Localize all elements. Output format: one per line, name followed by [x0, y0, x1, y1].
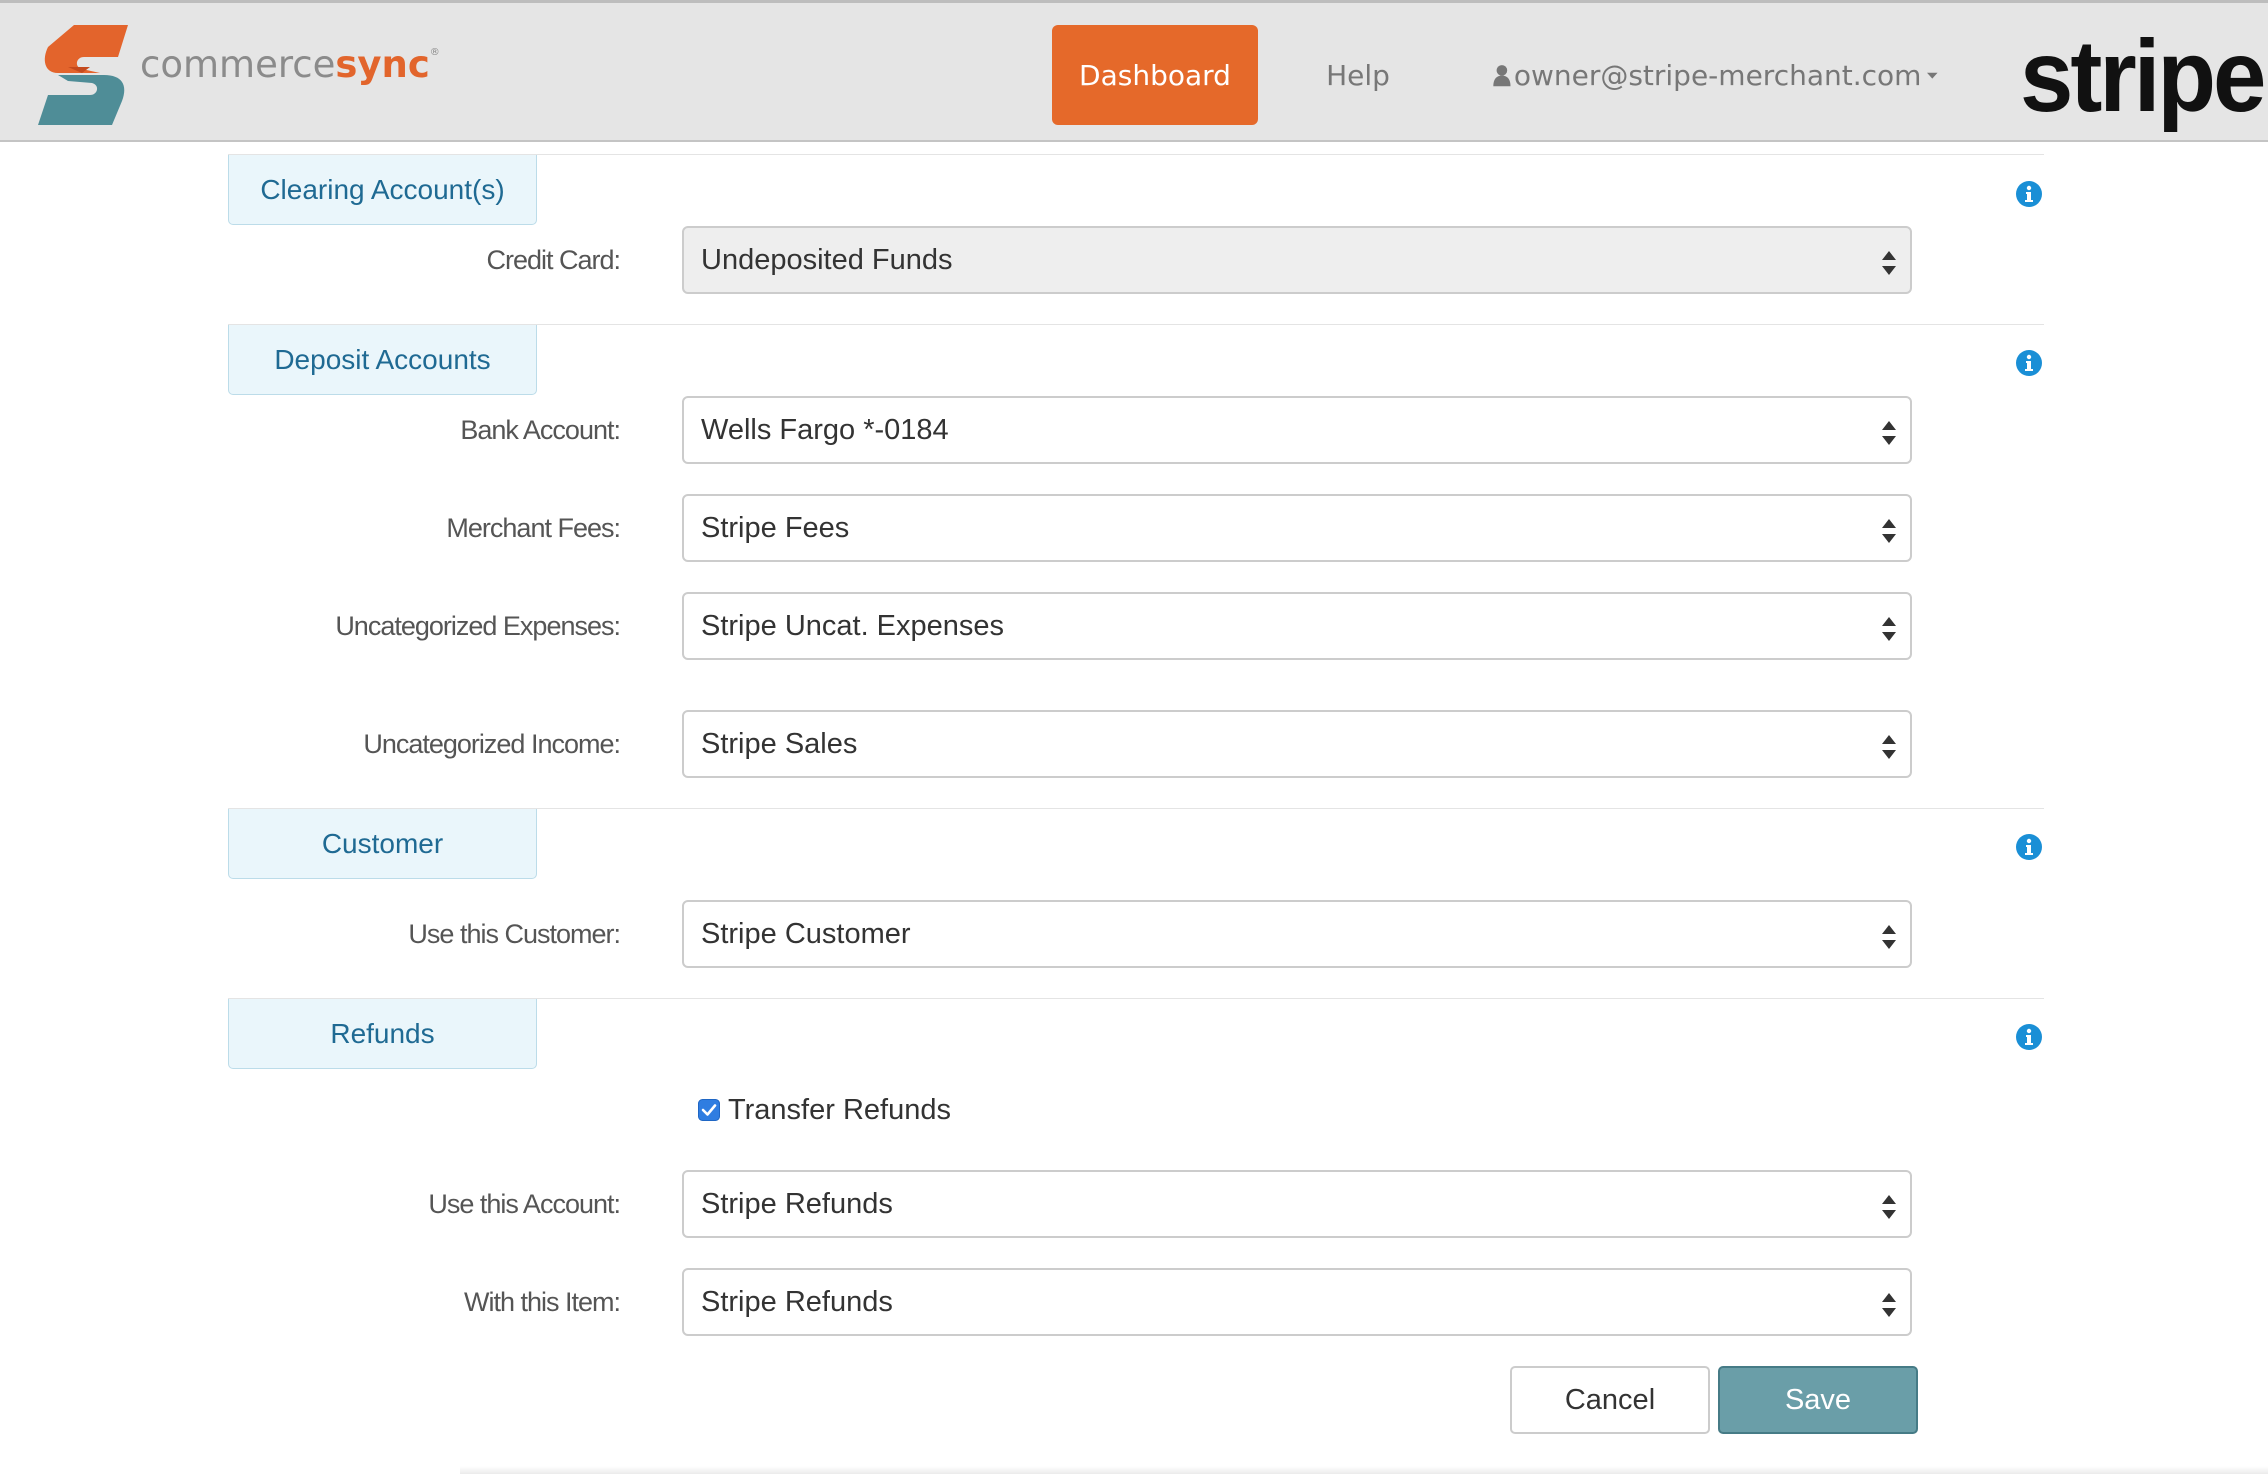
- info-icon[interactable]: [2015, 833, 2043, 861]
- save-button-label: Save: [1784, 1383, 1852, 1416]
- bank-account-label: Bank Account:: [460, 414, 621, 445]
- section-tab-deposit-accounts: Deposit Accounts: [228, 325, 537, 395]
- use-customer-label: Use this Customer:: [408, 918, 621, 949]
- use-account-select-value: Stripe Refunds: [701, 1187, 893, 1220]
- select-arrows-icon: [1882, 735, 1896, 759]
- section-tab-clearing-accounts: Clearing Account(s): [228, 155, 537, 225]
- select-arrows-icon: [1882, 421, 1896, 445]
- top-navbar: commercesync® Dashboard Help owner@strip…: [0, 0, 2268, 142]
- select-arrows-icon: [1882, 1195, 1896, 1219]
- help-link[interactable]: Help: [1300, 25, 1416, 125]
- merchant-fees-select-value: Stripe Fees: [701, 511, 850, 544]
- section-tab-refunds: Refunds: [228, 999, 537, 1069]
- use-customer-select[interactable]: Stripe Customer: [682, 900, 1912, 968]
- cancel-button-label: Cancel: [1564, 1383, 1656, 1416]
- uncategorized-income-select[interactable]: Stripe Sales: [682, 710, 1912, 778]
- brand-wordmark[interactable]: commercesync®: [140, 43, 440, 86]
- bank-account-select-value: Wells Fargo *-0184: [701, 413, 949, 446]
- credit-card-select[interactable]: Undeposited Funds: [682, 226, 1912, 294]
- dashboard-button[interactable]: Dashboard: [1052, 25, 1258, 125]
- stripe-logo: stripe: [2020, 19, 2266, 134]
- select-arrows-icon: [1882, 519, 1896, 543]
- select-arrows-icon: [1882, 925, 1896, 949]
- select-arrows-icon: [1882, 1293, 1896, 1317]
- credit-card-select-value: Undeposited Funds: [701, 243, 953, 276]
- user-email: owner@stripe-merchant.com: [1513, 58, 1922, 92]
- user-menu-dropdown[interactable]: owner@stripe-merchant.com: [1492, 25, 1938, 125]
- page: commercesync® Dashboard Help owner@strip…: [0, 0, 2268, 1474]
- info-icon[interactable]: [2015, 180, 2043, 208]
- section-title: Refunds: [330, 1017, 435, 1049]
- section-tab-customer: Customer: [228, 809, 537, 879]
- select-arrows-icon: [1882, 617, 1896, 641]
- select-arrows-icon: [1882, 251, 1896, 275]
- credit-card-label: Credit Card:: [486, 244, 621, 275]
- merchant-fees-select[interactable]: Stripe Fees: [682, 494, 1912, 562]
- transfer-refunds-checkbox[interactable]: [698, 1099, 720, 1121]
- bank-account-select[interactable]: Wells Fargo *-0184: [682, 396, 1912, 464]
- uncategorized-income-label: Uncategorized Income:: [363, 728, 621, 759]
- save-button[interactable]: Save: [1718, 1366, 1918, 1434]
- with-item-select[interactable]: Stripe Refunds: [682, 1268, 1912, 1336]
- user-icon: [1493, 65, 1511, 87]
- cancel-button[interactable]: Cancel: [1510, 1366, 1710, 1434]
- section-title: Customer: [321, 827, 444, 859]
- transfer-refunds-label[interactable]: Transfer Refunds: [728, 1094, 951, 1127]
- with-item-label: With this Item:: [463, 1286, 621, 1317]
- brand-logo-icon[interactable]: [38, 23, 138, 127]
- bottom-shadow: [460, 1466, 2268, 1474]
- merchant-fees-label: Merchant Fees:: [446, 512, 621, 543]
- transfer-refunds-row: Transfer Refunds: [698, 1090, 951, 1130]
- use-customer-select-value: Stripe Customer: [701, 917, 911, 950]
- info-icon[interactable]: [2015, 349, 2043, 377]
- section-title: Deposit Accounts: [274, 343, 491, 375]
- help-link-label: Help: [1326, 58, 1390, 92]
- brand-wordmark-part1: commerce: [140, 43, 336, 86]
- use-account-label: Use this Account:: [428, 1188, 621, 1219]
- chevron-down-icon: [1927, 72, 1938, 79]
- uncategorized-expenses-label: Uncategorized Expenses:: [335, 610, 621, 641]
- uncategorized-expenses-select[interactable]: Stripe Uncat. Expenses: [682, 592, 1912, 660]
- section-title: Clearing Account(s): [260, 173, 505, 205]
- with-item-select-value: Stripe Refunds: [701, 1285, 893, 1318]
- uncategorized-income-select-value: Stripe Sales: [701, 727, 858, 760]
- brand-registered-mark: ®: [429, 47, 440, 58]
- uncategorized-expenses-select-value: Stripe Uncat. Expenses: [701, 609, 1005, 642]
- info-icon[interactable]: [2015, 1023, 2043, 1051]
- use-account-select[interactable]: Stripe Refunds: [682, 1170, 1912, 1238]
- dashboard-button-label: Dashboard: [1079, 58, 1231, 92]
- brand-wordmark-part2: sync: [335, 43, 430, 86]
